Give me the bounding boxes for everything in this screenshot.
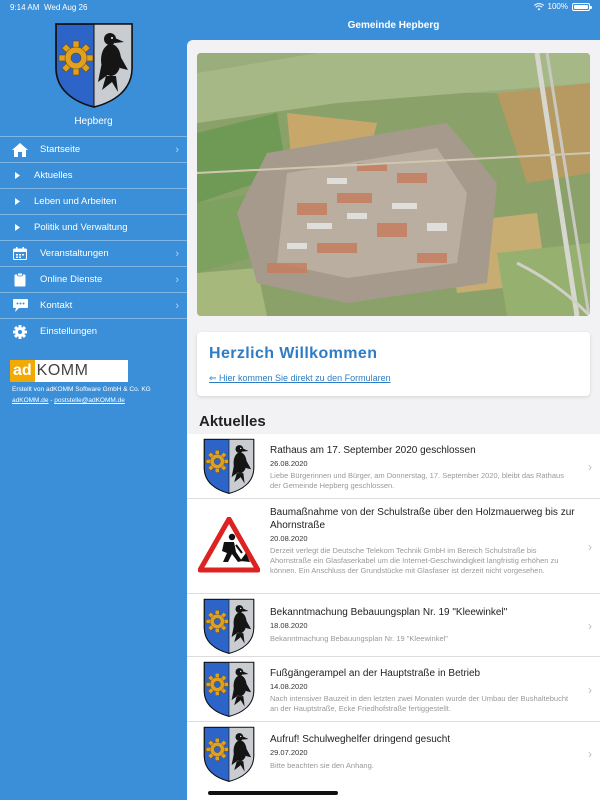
page-title: Gemeinde Hepberg [347,20,440,31]
chevron-right-icon: › [175,144,179,156]
hepberg-crest-thumbnail [200,726,258,782]
news-item-title: Baumaßnahme von der Schulstraße über den… [270,507,575,531]
chevron-right-icon: › [588,540,592,554]
sidebar-menu: Startseite › Aktuelles Leben und Arbeite… [0,136,187,344]
home-icon [0,142,40,157]
news-item-title: Aufruf! Schulweghelfer dringend gesucht [270,734,451,745]
calendar-icon [0,247,40,260]
sidebar-item-startseite[interactable]: Startseite › [0,136,187,162]
sidebar: Hepberg Startseite › Aktuelles Leben und… [0,0,187,800]
forms-link[interactable]: ⇐ Hier kommen Sie direkt zu den Formular… [209,373,391,384]
news-item-date: 18.08.2020 [270,621,308,630]
sidebar-item-label: Aktuelles [34,170,73,181]
sidebar-item-einstellungen[interactable]: Einstellungen [0,318,187,344]
construction-sign-icon [198,517,260,573]
chevron-right-icon: › [175,274,179,286]
news-list: Rathaus am 17. September 2020 geschlosse… [187,434,600,800]
adkomm-logo-ad: ad [10,360,35,382]
chevron-right-icon: › [175,248,179,260]
caret-right-icon [0,224,34,231]
news-item-teaser: Nach intensiver Bauzeit in den letzten z… [270,694,569,713]
news-item[interactable]: Rathaus am 17. September 2020 geschlosse… [187,434,600,499]
caret-right-icon [0,172,34,179]
clipboard-icon [0,272,40,287]
news-item-title: Rathaus am 17. September 2020 geschlosse… [270,445,476,456]
sidebar-item-label: Veranstaltungen [40,248,109,259]
sidebar-item-politik-und-verwaltung[interactable]: Politik und Verwaltung [0,214,187,240]
sidebar-item-label: Online Dienste [40,274,103,285]
sidebar-item-online-dienste[interactable]: Online Dienste › [0,266,187,292]
battery-icon [572,2,592,11]
sidebar-item-kontakt[interactable]: Kontakt › [0,292,187,318]
sidebar-item-label: Leben und Arbeiten [34,196,117,207]
hepberg-crest-logo [54,22,134,108]
sidebar-item-aktuelles[interactable]: Aktuelles [0,162,187,188]
news-heading: Aktuelles [199,413,266,430]
sidebar-item-veranstaltungen[interactable]: Veranstaltungen › [0,240,187,266]
gear-icon [0,324,40,339]
news-item[interactable]: Baumaßnahme von der Schulstraße über den… [187,499,600,594]
wifi-icon [533,2,544,10]
chevron-right-icon: › [588,683,592,697]
news-item-teaser: Derzeit verlegt die Deutsche Telekom Tec… [270,546,559,575]
sidebar-item-label: Einstellungen [40,326,98,337]
news-item-date: 20.08.2020 [270,534,308,543]
status-bar: 9:14 AM Wed Aug 26 100% [0,0,600,14]
welcome-card: Herzlich Willkommen ⇐ Hier kommen Sie di… [197,332,590,396]
credit-links: adKOMM.de - poststelle@adKOMM.de [12,397,125,404]
chevron-right-icon: › [588,619,592,633]
hepberg-crest-thumbnail [200,661,258,717]
sidebar-item-label: Politik und Verwaltung [34,222,128,233]
news-item[interactable]: Aufruf! Schulweghelfer dringend gesucht … [187,722,600,800]
sidebar-item-leben-und-arbeiten[interactable]: Leben und Arbeiten [0,188,187,214]
chevron-right-icon: › [588,747,592,761]
news-item[interactable]: Fußgängerampel an der Hauptstraße in Bet… [187,657,600,722]
chevron-right-icon: › [588,460,592,474]
hepberg-crest-thumbnail [200,438,258,494]
status-date: Wed Aug 26 [44,3,88,12]
hepberg-crest-thumbnail [200,598,258,654]
news-item-teaser: Bekanntmachung Bebauungsplan Nr. 19 "Kle… [270,634,448,643]
adkomm-logo-komm: KOMM [36,362,89,379]
news-item-title: Fußgängerampel an der Hauptstraße in Bet… [270,668,481,679]
battery-percent: 100% [547,2,568,11]
news-item-teaser: Liebe Bürgerinnen und Bürger, am Donners… [270,471,564,490]
news-item-title: Bekanntmachung Bebauungsplan Nr. 19 "Kle… [270,607,508,618]
aerial-town-photo [197,53,590,316]
sidebar-item-label: Startseite [40,144,81,155]
news-item-date: 14.08.2020 [270,682,308,691]
main-content: Herzlich Willkommen ⇐ Hier kommen Sie di… [187,40,600,800]
caret-right-icon [0,198,34,205]
sidebar-item-label: Kontakt [40,300,73,311]
sidebar-town-name: Hepberg [74,116,113,127]
status-right: 100% [533,2,592,11]
news-item-date: 26.08.2020 [270,459,308,468]
news-item-teaser: Bitte beachten sie den Anhang. [270,761,374,770]
adkomm-website-link[interactable]: adKOMM.de [12,397,49,404]
chevron-right-icon: › [175,300,179,312]
status-time: 9:14 AM [10,3,40,12]
credit-text: Erstellt von adKOMM Software GmbH & Co. … [12,386,151,393]
chat-icon [0,299,40,312]
adkomm-logo[interactable]: ad KOMM [10,360,128,382]
adkomm-email-link[interactable]: poststelle@adKOMM.de [54,397,125,404]
news-item-date: 29.07.2020 [270,748,308,757]
news-item[interactable]: Bekanntmachung Bebauungsplan Nr. 19 "Kle… [187,594,600,657]
home-indicator[interactable] [208,791,338,795]
welcome-title: Herzlich Willkommen [209,345,378,362]
